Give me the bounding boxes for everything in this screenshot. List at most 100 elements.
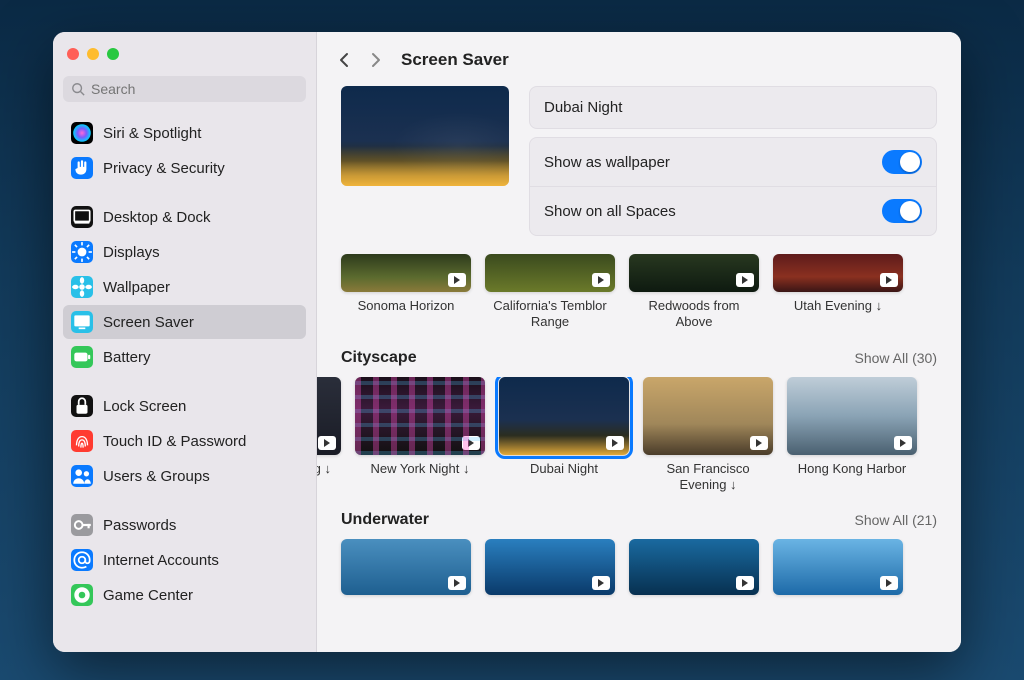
screensaver-card[interactable]: ening ↓ xyxy=(317,377,341,494)
sidebar-item-displays[interactable]: Displays xyxy=(63,235,306,269)
screensaver-card[interactable]: Redwoods from Above xyxy=(629,254,759,331)
screensaver-card[interactable]: Utah Evening ↓ xyxy=(773,254,903,331)
settings-window: Siri & Spotlight Privacy & Security Deskto… xyxy=(53,32,961,652)
screen-icon xyxy=(71,311,93,333)
flower-icon xyxy=(71,276,93,298)
zoom-window-button[interactable] xyxy=(107,48,119,60)
siri-icon xyxy=(71,122,93,144)
screensaver-gallery: Sonoma HorizonCalifornia's Temblor Range… xyxy=(317,250,961,652)
show-all-link[interactable]: Show All (30) xyxy=(855,350,937,366)
screensaver-thumb xyxy=(643,377,773,455)
screensaver-card[interactable]: New York Night ↓ xyxy=(355,377,485,494)
screensaver-card[interactable] xyxy=(341,539,471,631)
sidebar-item-privacy-security[interactable]: Privacy & Security xyxy=(63,151,306,185)
sidebar-item-siri-spotlight[interactable]: Siri & Spotlight xyxy=(63,116,306,150)
screensaver-card[interactable] xyxy=(773,539,903,631)
screensaver-label: Dubai Night xyxy=(499,461,629,491)
screensaver-card[interactable]: Hong Kong Harbor xyxy=(787,377,917,494)
sidebar-item-label: Users & Groups xyxy=(103,468,210,485)
sidebar-item-wallpaper[interactable]: Wallpaper xyxy=(63,270,306,304)
screensaver-card[interactable] xyxy=(629,539,759,631)
play-icon xyxy=(462,436,480,450)
sidebar-item-screen-saver[interactable]: Screen Saver xyxy=(63,305,306,339)
show-all-link[interactable]: Show All (21) xyxy=(855,512,937,528)
play-icon xyxy=(448,273,466,287)
play-icon xyxy=(592,576,610,590)
screensaver-card[interactable]: San Francisco Evening ↓ xyxy=(643,377,773,494)
option-label: Show as wallpaper xyxy=(544,154,670,171)
screensaver-thumb xyxy=(485,539,615,595)
toggle-show-on-all-spaces[interactable] xyxy=(882,199,922,223)
screensaver-thumb xyxy=(787,377,917,455)
sidebar-item-label: Battery xyxy=(103,349,151,366)
thumbnail-strip xyxy=(317,539,961,631)
at-icon xyxy=(71,549,93,571)
sidebar-item-internet-accounts[interactable]: Internet Accounts xyxy=(63,543,306,577)
screensaver-card[interactable]: California's Temblor Range xyxy=(485,254,615,331)
sidebar-item-lock-screen[interactable]: Lock Screen xyxy=(63,389,306,423)
screensaver-label: New York Night ↓ xyxy=(355,461,485,491)
screensaver-label: ening ↓ xyxy=(317,461,341,491)
option-row: Show as wallpaper xyxy=(530,138,936,186)
game-icon xyxy=(71,584,93,606)
screensaver-label xyxy=(485,601,615,631)
content-pane: Screen Saver Dubai Night Show as wallpap… xyxy=(317,32,961,652)
screensaver-card[interactable]: Dubai Night xyxy=(499,377,629,494)
current-screensaver-preview[interactable] xyxy=(341,86,509,186)
sidebar-item-touch-id-password[interactable]: Touch ID & Password xyxy=(63,424,306,458)
sidebar-item-desktop-dock[interactable]: Desktop & Dock xyxy=(63,200,306,234)
minimize-window-button[interactable] xyxy=(87,48,99,60)
sidebar-item-passwords[interactable]: Passwords xyxy=(63,508,306,542)
screensaver-card[interactable]: Sonoma Horizon xyxy=(341,254,471,331)
sidebar-item-users-groups[interactable]: Users & Groups xyxy=(63,459,306,493)
sidebar-item-label: Privacy & Security xyxy=(103,160,225,177)
page-title: Screen Saver xyxy=(401,50,509,70)
sidebar-item-label: Screen Saver xyxy=(103,314,194,331)
chevron-right-icon xyxy=(369,52,381,68)
screensaver-label xyxy=(773,601,903,631)
dock-icon xyxy=(71,206,93,228)
sidebar-item-battery[interactable]: Battery xyxy=(63,340,306,374)
screensaver-thumb xyxy=(355,377,485,455)
sidebar-item-label: Internet Accounts xyxy=(103,552,219,569)
sidebar-item-label: Passwords xyxy=(103,517,176,534)
search-field[interactable] xyxy=(63,76,306,102)
sun-icon xyxy=(71,241,93,263)
screensaver-thumb xyxy=(341,539,471,595)
sidebar-item-label: Lock Screen xyxy=(103,398,186,415)
screensaver-thumb xyxy=(485,254,615,292)
window-controls xyxy=(63,42,306,76)
sidebar-item-game-center[interactable]: Game Center xyxy=(63,578,306,612)
screensaver-thumb xyxy=(629,539,759,595)
screensaver-label: Redwoods from Above xyxy=(629,298,759,331)
option-label: Show on all Spaces xyxy=(544,203,676,220)
screensaver-card[interactable] xyxy=(485,539,615,631)
section-title: Underwater xyxy=(341,511,429,529)
sidebar-item-label: Game Center xyxy=(103,587,193,604)
screensaver-thumb xyxy=(629,254,759,292)
screensaver-label: Hong Kong Harbor xyxy=(787,461,917,491)
screensaver-thumb xyxy=(773,539,903,595)
current-screensaver-hero: Dubai Night Show as wallpaper Show on all… xyxy=(317,86,961,250)
sidebar-item-label: Desktop & Dock xyxy=(103,209,211,226)
sidebar-item-label: Displays xyxy=(103,244,160,261)
section-header: Underwater Show All (21) xyxy=(317,507,961,539)
current-screensaver-name: Dubai Night xyxy=(544,99,622,116)
play-icon xyxy=(736,273,754,287)
play-icon xyxy=(318,436,336,450)
back-button[interactable] xyxy=(333,48,357,72)
play-icon xyxy=(894,436,912,450)
search-icon xyxy=(71,82,85,96)
toggle-show-as-wallpaper[interactable] xyxy=(882,150,922,174)
forward-button[interactable] xyxy=(363,48,387,72)
play-icon xyxy=(606,436,624,450)
screensaver-label: San Francisco Evening ↓ xyxy=(643,461,773,494)
gallery-section: Sonoma HorizonCalifornia's Temblor Range… xyxy=(317,250,961,341)
play-icon xyxy=(448,576,466,590)
screensaver-label xyxy=(629,601,759,631)
close-window-button[interactable] xyxy=(67,48,79,60)
search-input[interactable] xyxy=(91,81,298,97)
play-icon xyxy=(736,576,754,590)
finger-icon xyxy=(71,430,93,452)
content-header: Screen Saver xyxy=(317,32,961,86)
